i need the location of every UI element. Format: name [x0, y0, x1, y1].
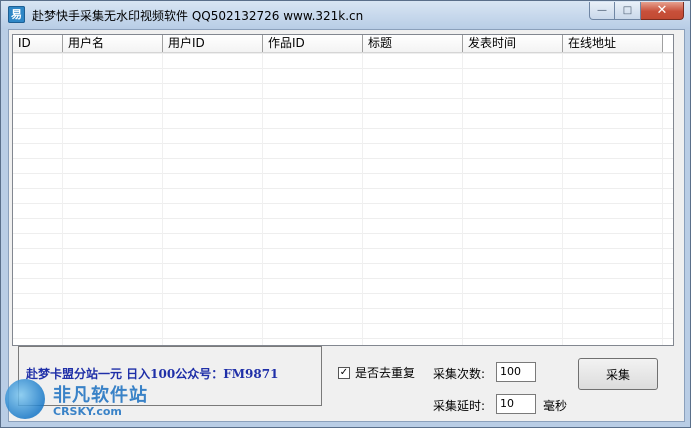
- listview-body[interactable]: [13, 53, 673, 345]
- grid-line: [362, 53, 363, 345]
- column-header-id[interactable]: ID: [13, 35, 63, 52]
- collect-button[interactable]: 采集: [578, 358, 658, 390]
- app-window: 易 赴梦快手采集无水印视频软件 QQ502132726 www.321k.cn …: [0, 0, 691, 428]
- delay-unit-label: 毫秒: [543, 399, 568, 413]
- results-listview[interactable]: ID 用户名 用户ID 作品ID 标题 发表时间 在线地址: [12, 34, 674, 346]
- collect-delay-input[interactable]: 10: [496, 394, 536, 414]
- collect-delay-label: 采集延时:: [433, 399, 486, 413]
- minimize-button[interactable]: —: [589, 2, 615, 20]
- grid-line: [662, 53, 663, 345]
- maximize-icon: □: [622, 5, 633, 16]
- title-bar[interactable]: 易 赴梦快手采集无水印视频软件 QQ502132726 www.321k.cn …: [1, 1, 690, 29]
- column-header-username[interactable]: 用户名: [63, 35, 163, 52]
- close-icon: ✕: [656, 3, 668, 18]
- app-icon: 易: [8, 6, 25, 23]
- column-header-publish-time[interactable]: 发表时间: [463, 35, 563, 52]
- grid-line: [262, 53, 263, 345]
- collect-count-label: 采集次数:: [433, 367, 486, 381]
- grid-line: [62, 53, 63, 345]
- client-area: ID 用户名 用户ID 作品ID 标题 发表时间 在线地址 赴梦卡盟分站一元 日…: [8, 29, 685, 422]
- dedupe-checkbox[interactable]: ✓: [338, 366, 350, 379]
- close-button[interactable]: ✕: [641, 2, 684, 20]
- column-header-user-id[interactable]: 用户ID: [163, 35, 263, 52]
- caption-buttons: — □ ✕: [589, 2, 684, 21]
- grid-line: [162, 53, 163, 345]
- column-header-online-url[interactable]: 在线地址: [563, 35, 663, 52]
- column-header-title[interactable]: 标题: [363, 35, 463, 52]
- window-title: 赴梦快手采集无水印视频软件 QQ502132726 www.321k.cn: [32, 9, 364, 23]
- notice-box: 赴梦卡盟分站一元 日入100公众号：FM9871: [18, 346, 322, 406]
- notice-text: 赴梦卡盟分站一元 日入100公众号：FM9871: [26, 367, 279, 381]
- dedupe-option[interactable]: ✓ 是否去重复: [338, 364, 415, 381]
- minimize-icon: —: [597, 5, 607, 16]
- grid-line: [462, 53, 463, 345]
- dedupe-label[interactable]: 是否去重复: [355, 364, 415, 381]
- column-header-work-id[interactable]: 作品ID: [263, 35, 363, 52]
- maximize-button[interactable]: □: [615, 2, 641, 20]
- collect-count-input[interactable]: 100: [496, 362, 536, 382]
- grid-line: [562, 53, 563, 345]
- listview-header: ID 用户名 用户ID 作品ID 标题 发表时间 在线地址: [13, 35, 673, 53]
